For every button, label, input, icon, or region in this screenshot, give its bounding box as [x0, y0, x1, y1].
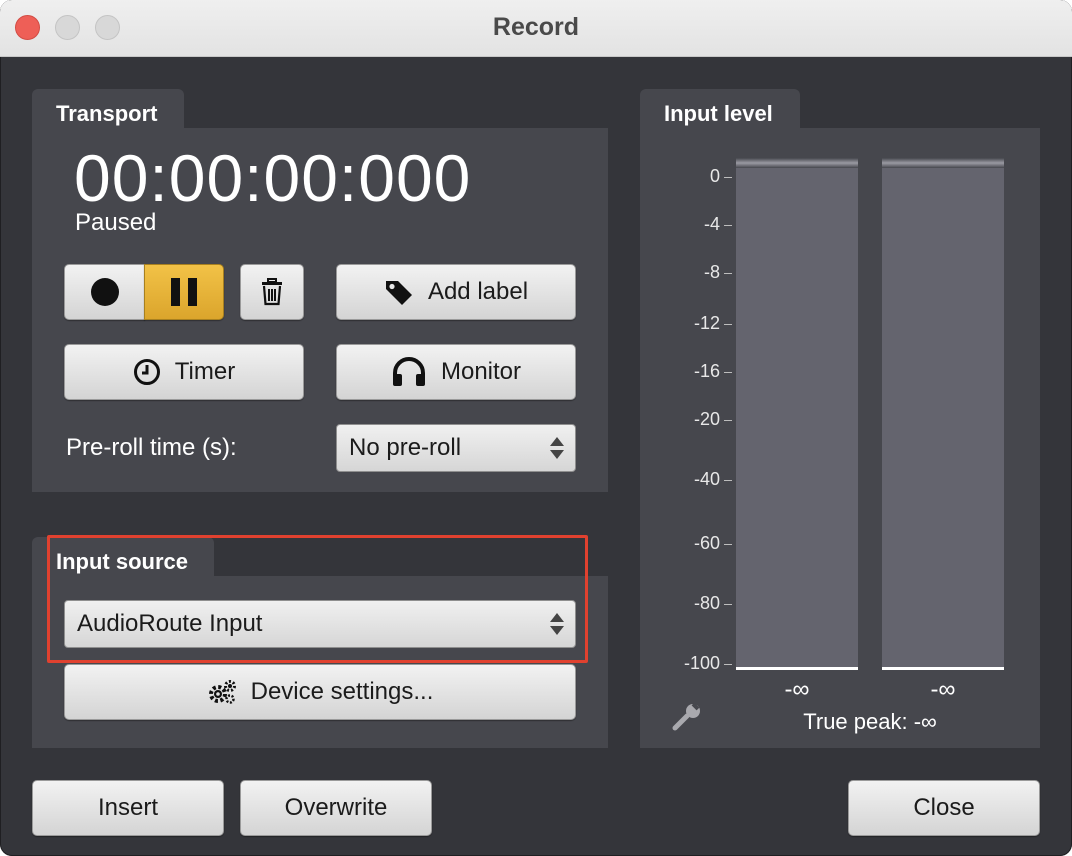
scale-tick-label: -60	[693, 533, 720, 553]
headphones-icon	[392, 357, 425, 386]
scale-tick-mark	[724, 604, 732, 605]
updown-arrows-icon	[550, 437, 564, 459]
timer-text: Timer	[174, 358, 236, 385]
meter-peak-right	[882, 158, 1004, 168]
clock-icon	[133, 359, 160, 385]
wrench-icon[interactable]	[672, 702, 704, 732]
scale-tick-label: -80	[693, 593, 720, 613]
monitor-button[interactable]: Monitor	[336, 344, 576, 400]
time-display: 00:00:00:000	[74, 141, 472, 215]
scale-tick-label: -100	[683, 653, 720, 673]
overwrite-button[interactable]: Overwrite	[240, 780, 432, 836]
scale-tick-label: -16	[693, 361, 720, 381]
scale-tick-mark	[724, 177, 732, 178]
scale-tick-mark	[724, 544, 732, 545]
scale-tick-label: -40	[693, 469, 720, 489]
close-button[interactable]: Close	[848, 780, 1040, 836]
meter-floor-right	[882, 667, 1004, 670]
scale-tick-mark	[724, 664, 732, 665]
record-window: Record Transport 00:00:00:000 Paused Add…	[0, 0, 1072, 856]
tab-input-level: Input level	[640, 89, 800, 131]
record-button[interactable]	[64, 264, 145, 320]
scale-tick-label: -12	[693, 313, 720, 333]
device-settings-button[interactable]: Device settings...	[64, 664, 576, 720]
scale-tick-label: -8	[703, 262, 720, 282]
highlight-box	[47, 535, 588, 663]
pause-button[interactable]	[144, 264, 224, 320]
pause-icon	[171, 278, 197, 306]
preroll-value: No pre-roll	[349, 434, 462, 461]
window-title: Record	[492, 13, 580, 41]
meter-bar-right	[882, 168, 1004, 668]
title-bar: Record	[0, 0, 1072, 57]
scale-tick-mark	[724, 225, 732, 226]
status-text: Paused	[75, 209, 157, 236]
trash-icon	[262, 278, 282, 306]
timer-button[interactable]: Timer	[64, 344, 304, 400]
scale-tick-label: 0	[709, 166, 720, 186]
scale-tick-mark	[724, 480, 732, 481]
true-peak-text: True peak: -∞	[803, 709, 937, 734]
tag-icon	[385, 281, 412, 305]
scale-tick-label: -4	[703, 214, 720, 234]
record-icon	[90, 278, 119, 306]
scale-tick-mark	[724, 420, 732, 421]
preroll-label: Pre-roll time (s):	[66, 434, 237, 461]
preroll-select[interactable]: No pre-roll	[336, 424, 576, 472]
meter-peak-left	[736, 158, 858, 168]
scale-tick-label: -20	[693, 409, 720, 429]
scale-tick-mark	[724, 324, 732, 325]
right-peak-value: -∞	[930, 676, 956, 703]
meter-floor-left	[736, 667, 858, 670]
scale-tick-mark	[724, 273, 732, 274]
tab-transport: Transport	[32, 89, 184, 131]
left-peak-value: -∞	[784, 676, 810, 703]
delete-button[interactable]	[240, 264, 304, 320]
meter-bar-left	[736, 168, 858, 668]
device-settings-text: Device settings...	[250, 678, 434, 705]
gears-icon	[208, 680, 236, 704]
add-label-button[interactable]: Add label	[336, 264, 576, 320]
add-label-text: Add label	[427, 278, 529, 305]
monitor-text: Monitor	[440, 358, 522, 385]
insert-button[interactable]: Insert	[32, 780, 224, 836]
scale-tick-mark	[724, 372, 732, 373]
